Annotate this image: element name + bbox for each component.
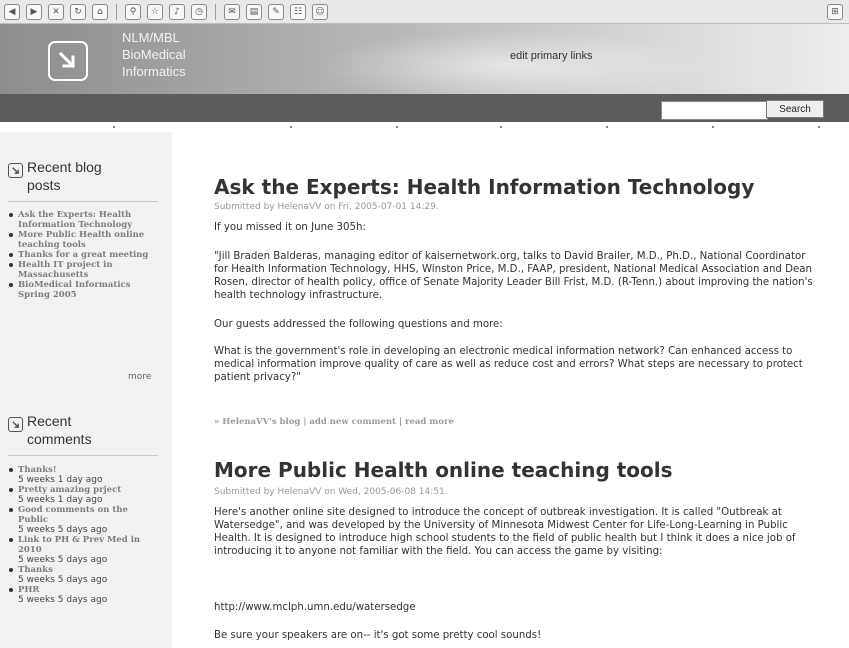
comment-item[interactable]: Thanks! 5 weeks 1 day ago	[8, 465, 158, 485]
toolbar-divider	[215, 3, 216, 20]
link-separator: |	[398, 417, 403, 427]
block-divider	[8, 201, 158, 202]
site-logo-icon[interactable]	[48, 41, 88, 81]
toolbar-divider	[116, 3, 117, 20]
history-icon[interactable]: ◷	[191, 3, 207, 20]
more-link[interactable]: more	[128, 372, 151, 382]
comment-age: 5 weeks 1 day ago	[18, 475, 103, 485]
comment-title[interactable]: Good comments on the Public	[18, 505, 128, 525]
recent-post-item[interactable]: Ask the Experts: Health Information Tech…	[8, 210, 158, 230]
block-arrow-icon	[8, 163, 23, 178]
site-name-line1: NLM/MBL	[122, 30, 180, 45]
post-url[interactable]: http://www.mclph.umn.edu/watersedge	[214, 601, 819, 614]
header-background-art	[280, 24, 700, 94]
comment-title[interactable]: Thanks	[18, 565, 53, 575]
blog-link[interactable]: » HelenaVV's blog	[214, 417, 300, 427]
discuss-icon[interactable]: ☷	[290, 3, 306, 20]
edit-icon[interactable]: ✎	[268, 3, 284, 20]
comment-age: 5 weeks 5 days ago	[18, 575, 108, 585]
recent-posts-block-title: Recent blog posts	[8, 158, 117, 194]
toolbar-right: ⊞	[827, 3, 849, 20]
block-divider	[8, 455, 158, 456]
recent-post-item[interactable]: Health IT project in Massachusetts	[8, 260, 158, 280]
site-header: NLM/MBL BioMedical Informatics edit prim…	[0, 24, 849, 94]
comment-age: 5 weeks 5 days ago	[18, 525, 108, 535]
site-name-line3: Informatics	[122, 64, 186, 79]
media-icon[interactable]: ♪	[169, 3, 185, 20]
messenger-icon[interactable]: ☺	[312, 3, 328, 20]
recent-posts-title: Recent blog posts	[27, 159, 102, 193]
read-more-link[interactable]: read more	[405, 417, 454, 427]
search-button[interactable]: Search	[766, 100, 824, 118]
recent-comments-block-title: Recent comments	[8, 412, 117, 448]
back-icon[interactable]: ◀	[4, 3, 20, 20]
mail-icon[interactable]: ✉	[224, 3, 240, 20]
recent-comments-title: Recent comments	[27, 413, 92, 447]
comment-title[interactable]: Thanks!	[18, 465, 57, 475]
comment-item[interactable]: Pretty amazing prject 5 weeks 1 day ago	[8, 485, 158, 505]
refresh-icon[interactable]: ↻	[70, 3, 86, 20]
post-submitted: Submitted by HelenaVV on Fri, 2005-07-01…	[214, 202, 439, 212]
add-comment-link[interactable]: add new comment	[309, 417, 396, 427]
nav-dots	[0, 122, 849, 132]
post-links: » HelenaVV's blog | add new comment | re…	[214, 417, 454, 427]
site-name[interactable]: NLM/MBL BioMedical Informatics	[122, 29, 186, 80]
comment-item[interactable]: Thanks 5 weeks 5 days ago	[8, 565, 158, 585]
comment-item[interactable]: Good comments on the Public 5 weeks 5 day…	[8, 505, 158, 535]
post-paragraph: Be sure your speakers are on-- it's got …	[214, 630, 542, 641]
stop-icon[interactable]: ✕	[48, 3, 64, 20]
comment-title[interactable]: Pretty amazing prject	[18, 485, 121, 495]
block-arrow-icon	[8, 417, 23, 432]
post-title[interactable]: Ask the Experts: Health Information Tech…	[214, 175, 754, 199]
windows-logo-icon: ⊞	[827, 3, 843, 20]
comment-age: 5 weeks 5 days ago	[18, 595, 108, 605]
post-paragraph: Our guests addressed the following quest…	[214, 319, 503, 330]
post-paragraph: "Jill Braden Balderas, managing editor o…	[214, 251, 813, 301]
search-icon[interactable]: ⚲	[125, 3, 141, 20]
edit-primary-links-link[interactable]: edit primary links	[510, 50, 593, 62]
post-paragraph: If you missed it on June 305h:	[214, 222, 366, 233]
comment-age: 5 weeks 1 day ago	[18, 495, 103, 505]
recent-comments-list: Thanks! 5 weeks 1 day ago Pretty amazing …	[8, 465, 158, 605]
comment-age: 5 weeks 5 days ago	[18, 555, 108, 565]
recent-posts-list: Ask the Experts: Health Information Tech…	[8, 210, 158, 300]
comment-item[interactable]: Link to PH & Prev Med in 2010 5 weeks 5 d…	[8, 535, 158, 565]
search-input[interactable]	[661, 101, 768, 120]
comment-title[interactable]: Link to PH & Prev Med in 2010	[18, 535, 140, 555]
recent-post-item[interactable]: Thanks for a great meeting	[8, 250, 158, 260]
post-submitted: Submitted by HelenaVV on Wed, 2005-06-08…	[214, 487, 448, 497]
recent-post-item[interactable]: BioMedical Informatics Spring 2005	[8, 280, 158, 300]
print-icon[interactable]: ▤	[246, 3, 262, 20]
sidebar: Recent blog posts Ask the Experts: Healt…	[0, 132, 172, 648]
site-name-line2: BioMedical	[122, 47, 186, 62]
comment-title[interactable]: PHR	[18, 585, 40, 595]
post-title[interactable]: More Public Health online teaching tools	[214, 458, 673, 482]
post-paragraph: Here's another online site designed to i…	[214, 507, 796, 557]
home-icon[interactable]: ⌂	[92, 3, 108, 20]
link-separator: |	[303, 417, 307, 427]
comment-item[interactable]: PHR 5 weeks 5 days ago	[8, 585, 158, 605]
favorites-icon[interactable]: ☆	[147, 3, 163, 20]
browser-toolbar: ◀ ▶ ✕ ↻ ⌂ ⚲ ☆ ♪ ◷ ✉ ▤ ✎ ☷ ☺ ⊞	[0, 0, 849, 24]
arrow-down-right-icon	[58, 51, 76, 69]
forward-icon[interactable]: ▶	[26, 3, 42, 20]
post-paragraph: What is the government's role in develop…	[214, 346, 803, 383]
recent-post-item[interactable]: More Public Health online teaching tools	[8, 230, 158, 250]
